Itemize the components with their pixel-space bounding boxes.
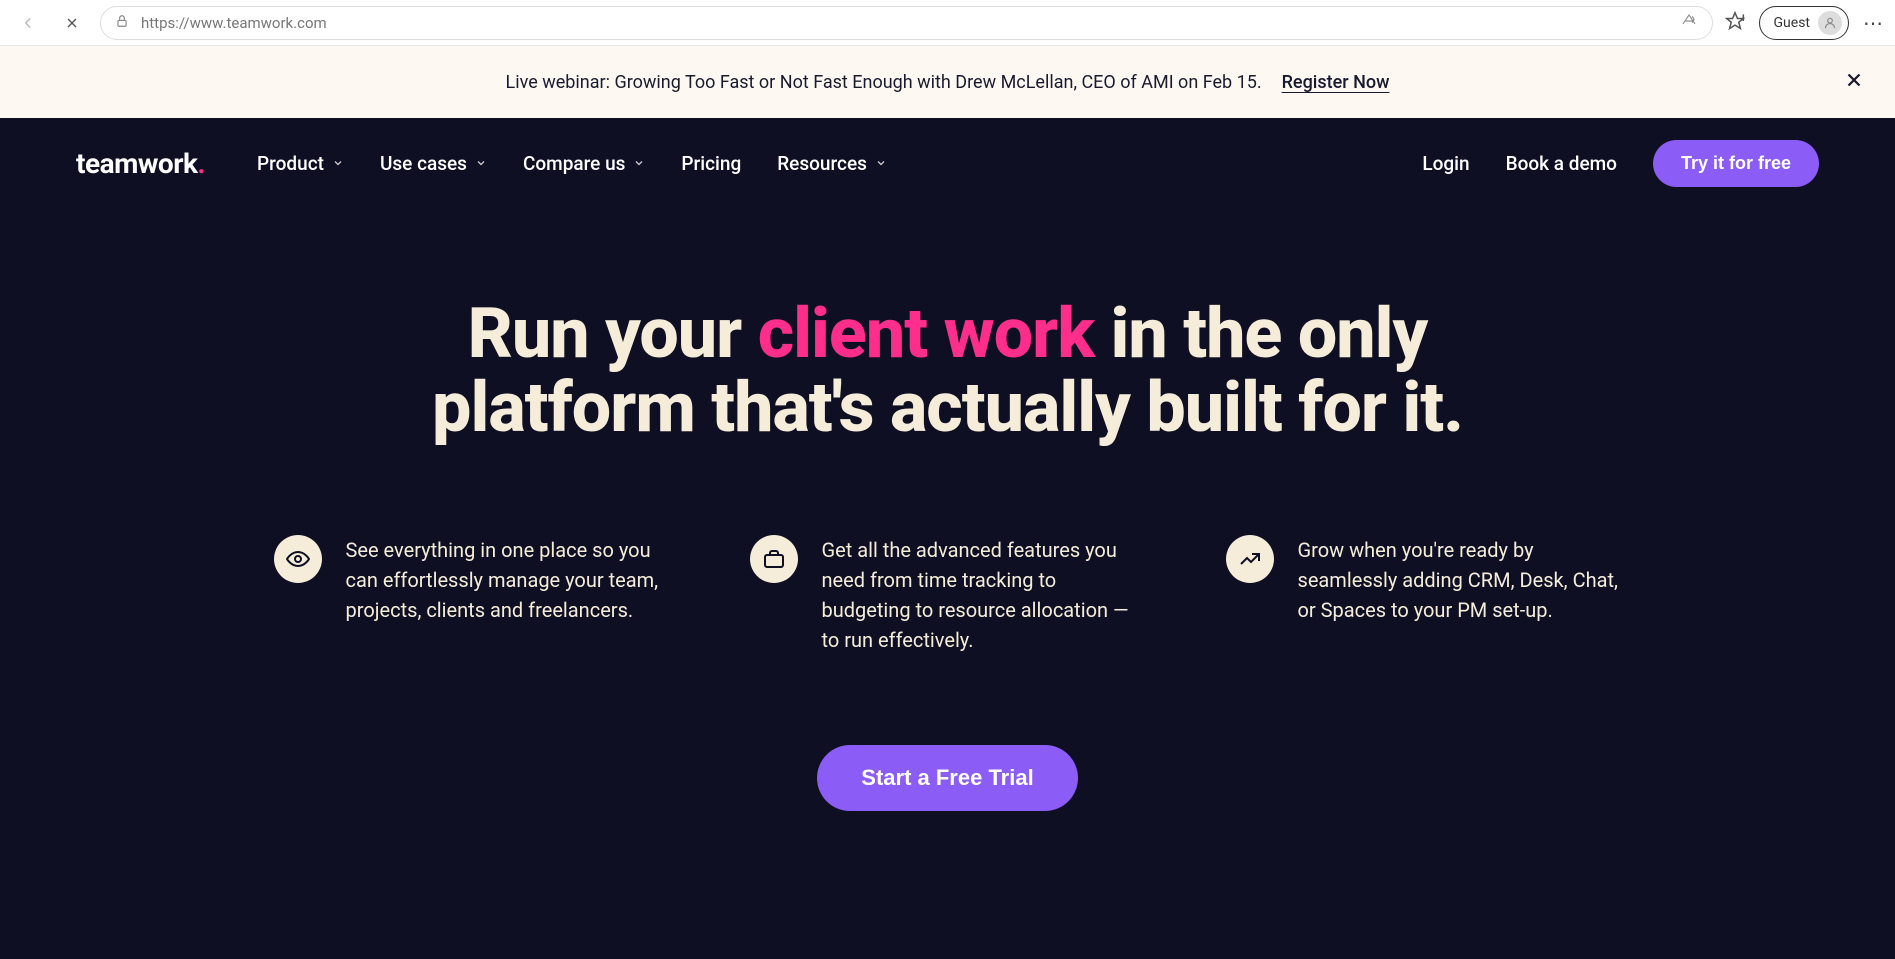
nav-item-product[interactable]: Product xyxy=(257,152,344,175)
feature-growth: Grow when you're ready by seamlessly add… xyxy=(1226,535,1622,655)
book-demo-link[interactable]: Book a demo xyxy=(1506,152,1617,175)
banner-text: Live webinar: Growing Too Fast or Not Fa… xyxy=(506,72,1262,93)
nav-item-pricing[interactable]: Pricing xyxy=(681,152,741,175)
login-link[interactable]: Login xyxy=(1422,152,1469,175)
lock-icon xyxy=(115,13,129,32)
trend-up-icon xyxy=(1226,535,1274,583)
chevron-down-icon xyxy=(475,157,487,169)
chevron-down-icon xyxy=(875,157,887,169)
feature-text: See everything in one place so you can e… xyxy=(346,535,670,655)
start-free-trial-button[interactable]: Start a Free Trial xyxy=(817,745,1077,811)
nav-item-resources[interactable]: Resources xyxy=(777,152,887,175)
page-headline: Run your client work in the only platfor… xyxy=(398,298,1498,445)
url-text: https://www.teamwork.com xyxy=(141,14,1668,32)
guest-label: Guest xyxy=(1774,15,1810,31)
read-aloud-icon[interactable] xyxy=(1680,12,1698,34)
nav-right: Login Book a demo Try it for free xyxy=(1422,140,1819,187)
chevron-down-icon xyxy=(633,157,645,169)
feature-visibility: See everything in one place so you can e… xyxy=(274,535,670,655)
hero-section: teamwork. Product Use cases Compare us P… xyxy=(0,118,1895,959)
features-row: See everything in one place so you can e… xyxy=(198,535,1698,655)
more-options-icon[interactable]: ⋯ xyxy=(1863,11,1883,35)
chevron-down-icon xyxy=(332,157,344,169)
announcement-banner: Live webinar: Growing Too Fast or Not Fa… xyxy=(0,46,1895,118)
main-nav: teamwork. Product Use cases Compare us P… xyxy=(0,118,1895,208)
nav-item-use-cases[interactable]: Use cases xyxy=(380,152,487,175)
profile-button[interactable]: Guest xyxy=(1759,6,1849,40)
address-bar[interactable]: https://www.teamwork.com xyxy=(100,6,1713,40)
avatar-icon xyxy=(1818,11,1842,35)
headline-highlight: client work xyxy=(758,293,1094,375)
nav-item-compare-us[interactable]: Compare us xyxy=(523,152,645,175)
try-free-button[interactable]: Try it for free xyxy=(1653,140,1819,187)
browser-right-controls: Guest ⋯ xyxy=(1725,6,1883,40)
banner-close-button[interactable] xyxy=(1843,69,1865,96)
nav-links: Product Use cases Compare us Pricing Res… xyxy=(257,152,887,175)
favorites-icon[interactable] xyxy=(1725,11,1745,35)
back-button[interactable] xyxy=(12,7,44,39)
briefcase-icon xyxy=(750,535,798,583)
feature-tools: Get all the advanced features you need f… xyxy=(750,535,1146,655)
trial-cta-row: Start a Free Trial xyxy=(0,745,1895,851)
eye-icon xyxy=(274,535,322,583)
logo[interactable]: teamwork. xyxy=(76,147,205,180)
feature-text: Get all the advanced features you need f… xyxy=(822,535,1146,655)
logo-dot: . xyxy=(197,147,205,180)
browser-chrome: https://www.teamwork.com Guest ⋯ xyxy=(0,0,1895,46)
banner-register-link[interactable]: Register Now xyxy=(1282,72,1390,93)
stop-button[interactable] xyxy=(56,7,88,39)
feature-text: Grow when you're ready by seamlessly add… xyxy=(1298,535,1622,655)
